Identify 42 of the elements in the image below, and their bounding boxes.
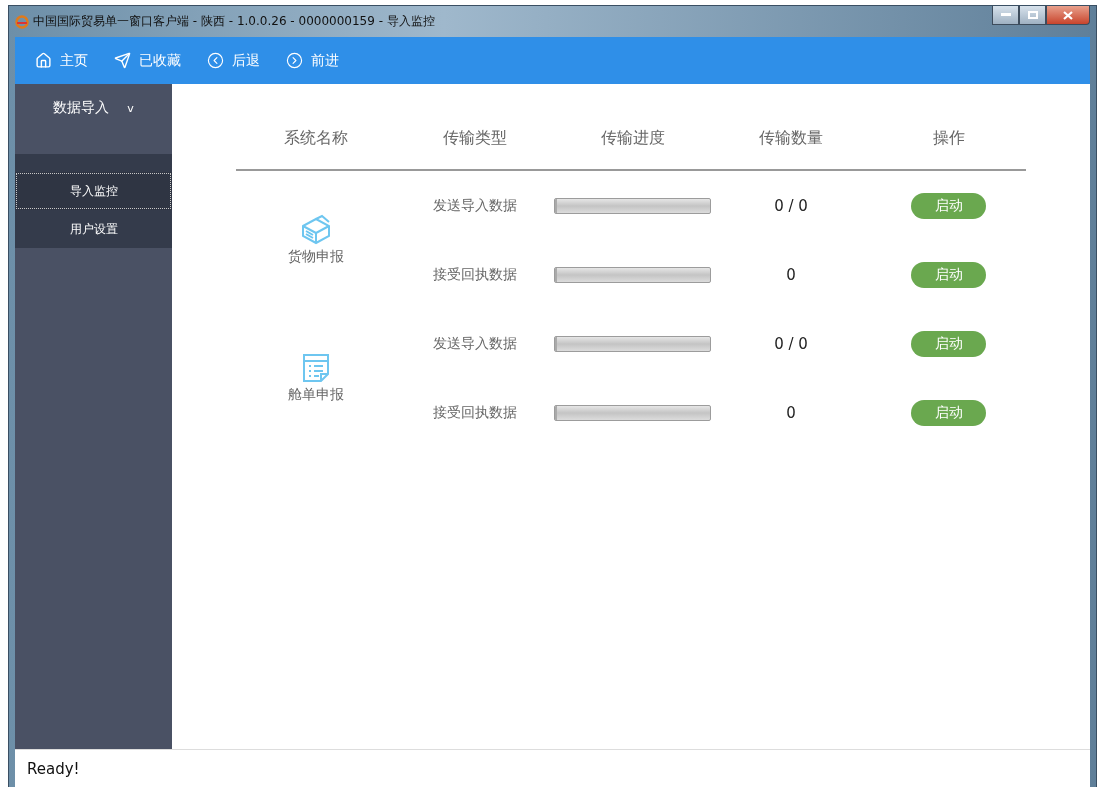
start-button[interactable]: 启动 bbox=[911, 330, 986, 357]
system-name: 舱单申报 bbox=[287, 386, 344, 404]
transfer-count: 0 bbox=[786, 265, 796, 284]
package-icon bbox=[299, 214, 332, 246]
paper-plane-icon bbox=[114, 52, 131, 69]
close-icon bbox=[1063, 10, 1073, 20]
maximize-icon bbox=[1027, 11, 1038, 19]
toolbar-button[interactable]: 主页 bbox=[35, 51, 88, 70]
home-icon bbox=[35, 52, 52, 69]
app-logo-icon bbox=[15, 14, 29, 29]
status-text: Ready! bbox=[27, 759, 80, 778]
chevron-right-icon bbox=[286, 52, 303, 69]
start-button[interactable]: 启动 bbox=[911, 399, 986, 426]
column-header: 系统名称 bbox=[236, 108, 395, 171]
expand-caret: v bbox=[127, 101, 134, 115]
minimize-button[interactable] bbox=[992, 6, 1019, 25]
window-title: 中国国际贸易单一窗口客户端 - 陕西 - 1.0.0.26 - 0000000159 - 导入监控 bbox=[33, 13, 435, 30]
maximize-button[interactable] bbox=[1019, 6, 1046, 25]
transfer-count: 0 / 0 bbox=[774, 196, 808, 215]
toolbar-button[interactable]: 后退 bbox=[207, 51, 260, 70]
toolbar-button[interactable]: 前进 bbox=[286, 51, 339, 70]
column-header: 传输进度 bbox=[554, 108, 711, 171]
chevron-left-icon bbox=[207, 52, 224, 69]
start-button[interactable]: 启动 bbox=[911, 192, 986, 219]
sidebar-menu-heading[interactable]: 数据导入 v bbox=[15, 84, 172, 154]
sidebar-item[interactable]: 用户设置 bbox=[15, 210, 172, 248]
transfer-type: 接受回执数据 bbox=[432, 265, 517, 284]
start-button[interactable]: 启动 bbox=[911, 261, 986, 288]
toolbar-button[interactable]: 已收藏 bbox=[114, 51, 181, 70]
system-name: 货物申报 bbox=[287, 248, 344, 266]
menu-heading-label: 数据导入 bbox=[53, 99, 110, 117]
transfer-type: 发送导入数据 bbox=[432, 196, 517, 215]
column-header: 操作 bbox=[871, 108, 1026, 171]
column-header: 传输类型 bbox=[395, 108, 554, 171]
transfer-type: 发送导入数据 bbox=[432, 334, 517, 353]
transfer-count: 0 / 0 bbox=[774, 334, 808, 353]
column-header: 传输数量 bbox=[711, 108, 871, 171]
transfer-count: 0 bbox=[786, 403, 796, 422]
transfer-type: 接受回执数据 bbox=[432, 403, 517, 422]
close-button[interactable] bbox=[1046, 6, 1090, 25]
minimize-icon bbox=[1000, 13, 1011, 17]
sidebar-item[interactable]: 导入监控 bbox=[15, 172, 172, 210]
